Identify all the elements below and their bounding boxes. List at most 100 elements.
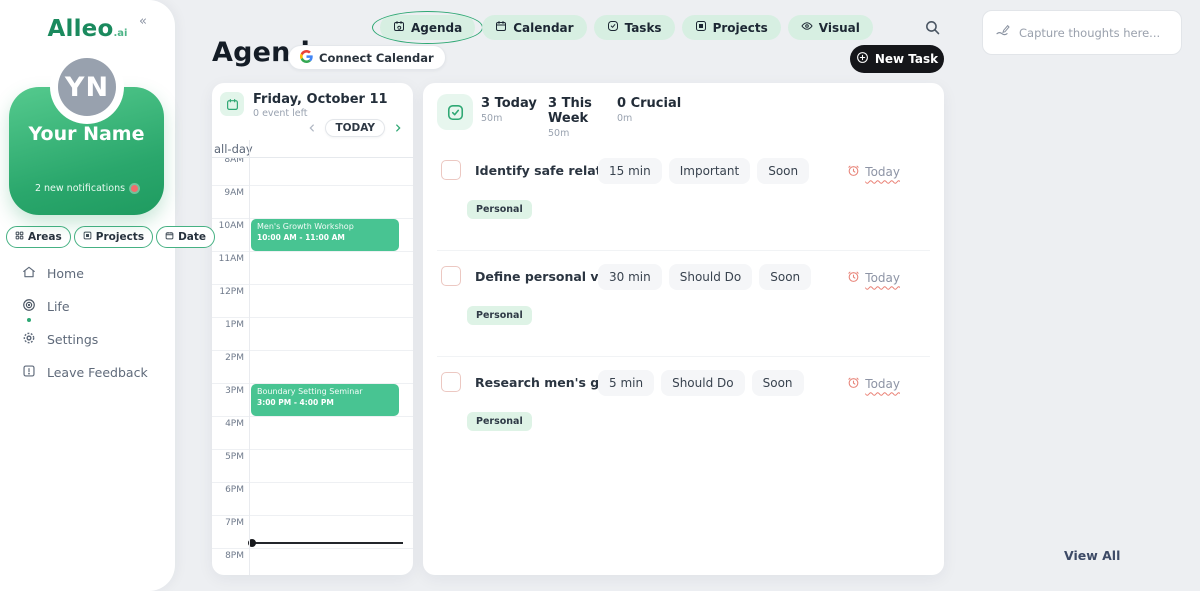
view-all-link[interactable]: View All [1064, 548, 1120, 563]
tab-agenda-label: Agenda [411, 21, 462, 35]
projects-label: Projects [96, 231, 144, 243]
areas-grid-icon [15, 231, 24, 243]
event-time: 3:00 PM - 4:00 PM [257, 398, 393, 407]
target-icon [22, 298, 36, 315]
google-icon [300, 50, 313, 66]
task-checkbox[interactable] [441, 266, 461, 286]
eye-icon [801, 20, 813, 35]
calendar-icon [495, 20, 507, 35]
search-icon[interactable] [924, 19, 941, 40]
hour-row: 11AM [212, 251, 413, 284]
capture-input[interactable] [1019, 26, 1169, 40]
sidebar-item-home[interactable]: Home [22, 266, 148, 281]
tag-personal[interactable]: Personal [467, 412, 532, 431]
gear-icon [22, 331, 36, 348]
chevron-right-icon[interactable] [393, 123, 403, 133]
events-left-label: 0 event left [253, 108, 308, 119]
notifications[interactable]: 2 new notifications [9, 183, 164, 194]
notifications-label: 2 new notifications [35, 183, 125, 194]
tab-agenda[interactable]: Agenda [380, 15, 475, 40]
event-title: Men's Growth Workshop [257, 222, 393, 231]
tab-tasks[interactable]: Tasks [594, 15, 675, 40]
collapse-sidebar-icon[interactable]: « [139, 14, 147, 29]
home-label: Home [47, 266, 84, 281]
all-day-label: all-day [214, 142, 253, 156]
new-task-label: New Task [875, 52, 938, 66]
notification-dot-icon [131, 185, 138, 192]
connect-calendar-label: Connect Calendar [319, 51, 434, 65]
task-chips: 5 min Should Do Soon [598, 370, 804, 396]
sidebar-filter-pills: Areas Projects Date [6, 226, 215, 248]
tab-projects-label: Projects [713, 21, 768, 35]
today-button[interactable]: TODAY [325, 119, 385, 137]
areas-button[interactable]: Areas [6, 226, 71, 248]
priority-chip[interactable]: Should Do [661, 370, 745, 396]
urgency-chip[interactable]: Soon [752, 370, 804, 396]
task-row: Identify safe relationships 15 min Impor… [423, 151, 944, 251]
sidebar-item-life[interactable]: Life [22, 299, 148, 314]
scribble-pen-icon [995, 23, 1011, 43]
grid-icon [695, 20, 707, 35]
urgency-chip[interactable]: Soon [757, 158, 809, 184]
calendar-event[interactable]: Men's Growth Workshop 10:00 AM - 11:00 A… [251, 219, 399, 251]
date-button[interactable]: Date [156, 226, 215, 248]
avatar[interactable]: YN [58, 58, 116, 116]
task-chips: 15 min Important Soon [598, 158, 809, 184]
connect-calendar-button[interactable]: Connect Calendar [288, 45, 446, 70]
app-logo: Alleo.ai [0, 16, 175, 42]
duration-chip[interactable]: 15 min [598, 158, 662, 184]
row-divider [437, 356, 930, 357]
alarm-icon [847, 162, 860, 181]
tab-calendar-label: Calendar [513, 21, 573, 35]
task-checkbox[interactable] [441, 372, 461, 392]
priority-chip[interactable]: Important [669, 158, 751, 184]
tab-projects[interactable]: Projects [682, 15, 781, 40]
due-label: Today [865, 165, 900, 179]
chevron-left-icon[interactable] [307, 123, 317, 133]
agenda-calendar-icon [393, 20, 405, 35]
row-divider [437, 250, 930, 251]
life-label: Life [47, 299, 70, 314]
sidebar-item-settings[interactable]: Settings [22, 332, 148, 347]
tab-visual[interactable]: Visual [788, 15, 873, 40]
alarm-icon [847, 374, 860, 393]
hour-row: 2PM [212, 350, 413, 383]
tag-personal[interactable]: Personal [467, 200, 532, 219]
due-label: Today [865, 271, 900, 285]
duration-chip[interactable]: 30 min [598, 264, 662, 290]
hour-row: 6PM [212, 482, 413, 515]
leave-feedback-label: Leave Feedback [47, 365, 148, 380]
hour-row: 1PM [212, 317, 413, 350]
hour-row: 9AM [212, 185, 413, 218]
hour-row: 8PM [212, 548, 413, 575]
top-nav-tabs: Agenda Calendar Tasks Projects Visual [380, 15, 873, 40]
projects-button[interactable]: Projects [74, 226, 153, 248]
task-row: Define personal values 30 min Should Do … [423, 257, 944, 357]
plus-circle-icon [856, 51, 869, 67]
tasks-panel: 3 Today 50m 3 This Week 50m 0 Crucial 0m… [423, 83, 944, 575]
sidebar-item-leave-feedback[interactable]: Leave Feedback [22, 365, 148, 380]
hour-row: 5PM [212, 449, 413, 482]
task-row: Research men's groups 5 min Should Do So… [423, 363, 944, 463]
due-date[interactable]: Today [847, 374, 900, 393]
priority-chip[interactable]: Should Do [669, 264, 753, 290]
tab-visual-label: Visual [819, 21, 860, 35]
alarm-icon [847, 268, 860, 287]
stat-today: 3 Today 50m [481, 96, 548, 139]
areas-label: Areas [28, 231, 62, 243]
tab-calendar[interactable]: Calendar [482, 15, 586, 40]
due-date[interactable]: Today [847, 162, 900, 181]
duration-chip[interactable]: 5 min [598, 370, 654, 396]
task-checkbox[interactable] [441, 160, 461, 180]
date-label: Date [178, 231, 206, 243]
current-time-indicator [250, 542, 403, 544]
new-task-button[interactable]: New Task [850, 45, 944, 73]
calendar-event[interactable]: Boundary Setting Seminar 3:00 PM - 4:00 … [251, 384, 399, 416]
calendar-grid: 8AM 9AM 10AM 11AM 12PM 1PM 2PM 3PM 4PM 5… [212, 140, 413, 575]
sidebar-nav: Home Life Settings Leave Feedback [22, 266, 148, 380]
tag-personal[interactable]: Personal [467, 306, 532, 325]
sidebar: Alleo.ai « Your Name 2 new notifications… [0, 0, 175, 591]
urgency-chip[interactable]: Soon [759, 264, 811, 290]
event-title: Boundary Setting Seminar [257, 387, 393, 396]
due-date[interactable]: Today [847, 268, 900, 287]
